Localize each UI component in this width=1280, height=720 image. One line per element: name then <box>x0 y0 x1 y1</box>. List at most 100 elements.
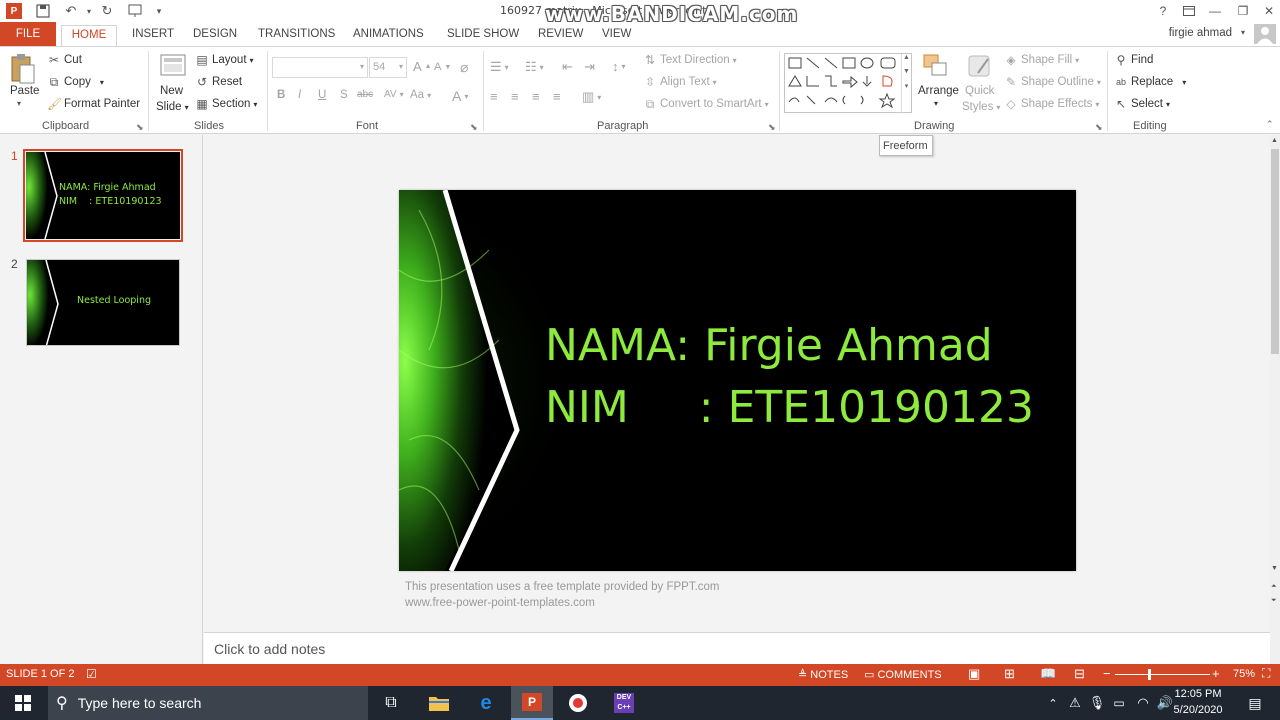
font-name-input[interactable]: ▾ <box>272 57 368 78</box>
new-slide-icon[interactable] <box>159 53 187 82</box>
slide-thumbnail-1[interactable]: NAMA: Firgie Ahmad NIM : ETE10190123 <box>26 152 180 239</box>
windows-start-icon[interactable] <box>10 691 36 715</box>
account-dropdown-icon[interactable]: ▾ <box>1241 28 1245 37</box>
shape-effects-button[interactable]: ◇ Shape Effects ▾ <box>1004 97 1099 111</box>
notes-toggle-button[interactable]: ≜ NOTES <box>798 668 848 681</box>
zoom-out-button[interactable]: − <box>1103 666 1111 681</box>
align-left-icon[interactable]: ≡ <box>490 89 498 104</box>
task-view-icon[interactable]: ⧉ <box>378 691 404 715</box>
avatar[interactable] <box>1254 24 1276 44</box>
new-slide-button[interactable]: Slide ▾ <box>156 101 189 113</box>
scroll-up-icon[interactable]: ▲ <box>1271 137 1278 144</box>
scroll-down-icon[interactable]: ▼ <box>1271 565 1278 572</box>
paragraph-launcher-icon[interactable]: ⬊ <box>768 122 776 133</box>
devcpp-icon[interactable]: DEV C++ <box>611 691 637 715</box>
drawing-launcher-icon[interactable]: ⬊ <box>1095 122 1103 133</box>
file-explorer-icon[interactable] <box>426 691 452 715</box>
columns-button[interactable]: ▥ ▾ <box>582 89 601 105</box>
tab-file[interactable]: FILE <box>0 22 56 46</box>
change-case-button[interactable]: Aa ▾ <box>410 89 431 101</box>
align-right-icon[interactable]: ≡ <box>532 89 540 104</box>
taskbar-search-box[interactable]: ⚲ Type here to search <box>48 686 368 720</box>
restore-button[interactable]: ❐ <box>1232 2 1254 20</box>
powerpoint-app-icon[interactable]: P <box>6 3 22 19</box>
slide-thumbnail-2[interactable]: Nested Looping <box>26 259 180 346</box>
reading-view-icon[interactable]: 📖 <box>1040 666 1056 682</box>
scrollbar-thumb[interactable] <box>1271 149 1279 354</box>
text-shadow-button[interactable]: S <box>340 89 348 101</box>
action-center-icon[interactable]: ▤ <box>1242 691 1268 715</box>
clock-date[interactable]: 5/20/2020 <box>1168 704 1228 716</box>
tab-design[interactable]: DESIGN <box>193 25 237 46</box>
bold-button[interactable]: B <box>277 89 285 101</box>
clock-time[interactable]: 12:05 PM <box>1168 688 1228 700</box>
undo-icon[interactable]: ↶ <box>62 2 80 20</box>
shapes-gallery-scroll[interactable]: ▲ ▼ ▾ <box>901 54 911 114</box>
paste-dropdown-icon[interactable]: ▾ <box>17 99 21 108</box>
tab-view[interactable]: VIEW <box>602 25 631 46</box>
character-spacing-button[interactable]: AV ▾ <box>384 89 404 100</box>
line-spacing-button[interactable]: ↕ ▾ <box>612 59 626 74</box>
replace-button[interactable]: ab Replace ▾ <box>1114 75 1186 89</box>
fit-to-window-icon[interactable]: ⛶ <box>1262 666 1270 681</box>
quick-styles-label[interactable]: Quick <box>965 85 994 97</box>
layout-button[interactable]: ▤ Layout ▾ <box>195 53 253 67</box>
minimize-button[interactable]: — <box>1204 2 1226 20</box>
increase-font-size-button[interactable]: A ▲ <box>413 59 432 74</box>
comments-toggle-button[interactable]: ▭ COMMENTS <box>864 668 942 681</box>
decrease-font-size-button[interactable]: A ▼ <box>434 61 451 73</box>
new-slide-label[interactable]: New <box>160 85 183 97</box>
clear-formatting-icon[interactable]: ⌀ <box>460 59 468 76</box>
paste-icon[interactable] <box>10 53 36 88</box>
ribbon-display-options-icon[interactable] <box>1178 2 1200 20</box>
tab-review[interactable]: REVIEW <box>538 25 583 46</box>
zoom-slider[interactable] <box>1115 669 1210 680</box>
font-launcher-icon[interactable]: ⬊ <box>470 122 478 133</box>
undo-dropdown-icon[interactable]: ▾ <box>80 2 98 20</box>
font-color-button[interactable]: A ▾ <box>452 88 468 104</box>
tab-insert[interactable]: INSERT <box>132 25 174 46</box>
save-icon[interactable] <box>34 2 52 20</box>
tab-transitions[interactable]: TRANSITIONS <box>258 25 335 46</box>
help-button[interactable]: ? <box>1152 2 1174 20</box>
quick-styles-icon[interactable] <box>966 53 994 84</box>
edge-browser-icon[interactable]: e <box>473 691 499 715</box>
format-painter-button[interactable]: 🖌 Format Painter <box>47 97 140 111</box>
tab-home[interactable]: HOME <box>61 25 117 46</box>
zoom-slider-thumb[interactable] <box>1148 669 1151 680</box>
quick-styles-button[interactable]: Styles ▾ <box>962 101 1000 113</box>
slideshow-view-icon[interactable]: ⊟ <box>1074 666 1085 682</box>
normal-view-icon[interactable]: ▣ <box>968 666 980 682</box>
justify-icon[interactable]: ≡ <box>553 89 561 104</box>
zoom-in-button[interactable]: + <box>1212 666 1220 681</box>
arrange-dropdown-icon[interactable]: ▾ <box>934 99 938 108</box>
numbering-button[interactable]: ☷ ▾ <box>525 59 544 75</box>
slide-sorter-icon[interactable]: ⊞ <box>1004 666 1015 682</box>
powerpoint-taskbar-button[interactable]: P <box>511 686 553 720</box>
arrange-button[interactable]: Arrange <box>918 85 959 97</box>
align-center-icon[interactable]: ≡ <box>511 89 519 104</box>
font-name-dropdown-icon[interactable]: ▾ <box>360 62 364 71</box>
collapse-ribbon-icon[interactable]: ⌃ <box>1266 119 1274 130</box>
underline-button[interactable]: U <box>318 89 326 101</box>
slide-title-line-2[interactable]: NIM : ETE10190123 <box>545 382 1034 433</box>
bandicam-record-icon[interactable] <box>565 691 591 715</box>
next-slide-icon[interactable]: ⏷ <box>1271 597 1277 605</box>
user-account-name[interactable]: firgie ahmad <box>1169 27 1232 39</box>
italic-button[interactable]: I <box>298 89 301 101</box>
convert-smartart-button[interactable]: ⧉ Convert to SmartArt ▾ <box>643 97 769 111</box>
redo-icon[interactable]: ↻ <box>98 2 116 20</box>
vertical-scrollbar[interactable]: ▲ ▼ ⏶ ⏷ <box>1270 135 1280 664</box>
copy-dropdown-icon[interactable]: ▾ <box>100 78 104 87</box>
slide-canvas[interactable]: NAMA: Firgie Ahmad NIM : ETE10190123 <box>399 190 1076 571</box>
align-text-button[interactable]: ⇳ Align Text ▾ <box>643 75 717 89</box>
copy-button[interactable]: ⧉ Copy ▾ <box>47 75 104 89</box>
shapes-gallery[interactable]: ▲ ▼ ▾ <box>784 53 912 114</box>
notes-pane[interactable]: Click to add notes <box>204 632 1270 664</box>
zoom-level[interactable]: 75% <box>1233 668 1255 680</box>
font-size-dropdown-icon[interactable]: ▾ <box>399 62 403 71</box>
arrange-icon[interactable] <box>922 53 950 84</box>
find-button[interactable]: ⚲ Find <box>1114 53 1154 67</box>
notes-placeholder[interactable]: Click to add notes <box>214 641 325 657</box>
text-direction-button[interactable]: ⇅ Text Direction ▾ <box>643 53 737 67</box>
